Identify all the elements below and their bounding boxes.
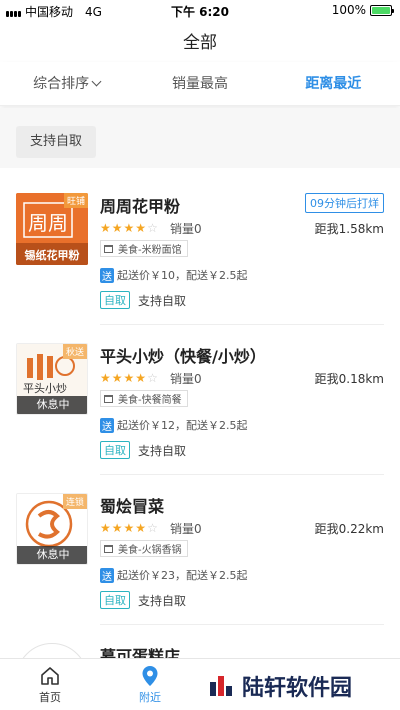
category-tag: 美食-火锅香锅 [100,540,188,557]
filter-bar: 支持自取 [0,108,400,168]
delivery-badge: 送 [100,567,114,583]
thumb-corner-tag: 秋送 [62,344,87,359]
star-icon: ★ [123,521,135,535]
delivery-text: 起送价￥12，配送￥2.5起 [117,419,248,432]
location-pin-icon [120,665,180,687]
battery-icon [370,4,394,16]
star-icon: ★ [111,371,123,385]
star-icon: ★ [111,221,123,235]
shop-icon [104,544,113,553]
pickup-badge: 自取 [100,591,130,609]
thumb-caption: 锡纸花甲粉 [24,249,80,262]
star-icon: ★ [100,371,111,385]
star-icon: ★ [100,221,111,235]
thumb-corner-tag: 连锁 [62,494,87,509]
store-name[interactable]: 蜀烩冒菜 [100,493,164,517]
delivery-info: 送 起送价￥23，配送￥2.5起 [100,567,248,583]
delivery-badge: 送 [100,267,114,283]
star-empty-icon: ☆ [147,521,158,535]
category-tag: 美食-米粉面馆 [100,240,188,257]
category-label: 美食-快餐简餐 [118,395,182,406]
sales-count: 销量0 [170,222,202,236]
category-tag: 美食-快餐简餐 [100,390,188,407]
delivery-text: 起送价￥23，配送￥2.5起 [117,569,248,582]
shop-icon [104,244,113,253]
delivery-text: 起送价￥10，配送￥2.5起 [117,269,248,282]
list-item[interactable]: 连锁 休息中 蜀烩冒菜 ★ ★ ★ ★ ☆ 销量0 距我0.22km 美食-火锅香锅 送… [0,475,400,625]
pickup-badge: 自取 [100,291,130,309]
pickup-text: 支持自取 [138,293,187,308]
star-icon: ★ [135,521,147,535]
tab-home[interactable]: 首页 [20,665,80,705]
sales-count: 销量0 [170,372,202,386]
rating-stars: ★ ★ ★ ★ ☆ [100,521,158,535]
delivery-badge: 送 [100,417,114,433]
watermark-logo-icon [210,676,232,696]
tab-nearby[interactable]: 附近 [120,665,180,705]
pickup-text: 支持自取 [138,443,187,458]
tab-sort-sales[interactable]: 销量最高 [133,62,266,105]
tab-label: 综合排序 [33,76,90,92]
star-icon: ★ [135,221,147,235]
tab-sort-comprehensive[interactable]: 综合排序 [0,62,133,105]
sort-tabs: 综合排序 销量最高 距离最近 [0,62,400,106]
star-icon: ★ [123,221,135,235]
tab-label: 距离最近 [305,76,362,92]
pickup-text: 支持自取 [138,593,187,608]
resting-badge: 休息中 [17,546,87,564]
resting-badge: 休息中 [17,396,87,414]
star-icon: ★ [100,521,111,535]
tab-label: 附近 [139,691,161,704]
distance: 距我0.22km [314,522,384,536]
closing-time-badge: 09分钟后打烊 [305,193,384,213]
rating-stars: ★ ★ ★ ★ ☆ [100,371,158,385]
pickup-badge: 自取 [100,441,130,459]
chevron-down-icon [91,76,102,87]
store-thumbnail: 平头小炒 秋送 休息中 [16,343,88,415]
filter-chip-pickup[interactable]: 支持自取 [16,126,96,158]
delivery-info: 送 起送价￥12，配送￥2.5起 [100,417,248,433]
page-title: 全部 [183,33,217,53]
store-thumbnail: 周周 锡纸花甲粉 旺铺 [16,193,88,265]
distance: 距我0.18km [314,372,384,386]
pickup-info: 自取 支持自取 [100,291,186,309]
list-item[interactable]: 周周 锡纸花甲粉 旺铺 周周花甲粉 09分钟后打烊 ★ ★ ★ ★ ☆ 销量0 距我1.… [0,175,400,325]
store-name[interactable]: 周周花甲粉 [100,193,180,217]
shop-icon [104,394,113,403]
rating-stars: ★ ★ ★ ★ ☆ [100,221,158,235]
category-label: 美食-火锅香锅 [118,545,182,556]
list-item[interactable]: 平头小炒 秋送 休息中 平头小炒（快餐/小炒） ★ ★ ★ ★ ☆ 销量0 距我0.18… [0,325,400,475]
thumb-text: 平头小炒 [23,382,67,395]
home-icon [20,665,80,687]
sales-count: 销量0 [170,522,202,536]
star-icon: ★ [123,371,135,385]
star-empty-icon: ☆ [147,221,158,235]
store-name[interactable]: 平头小炒（快餐/小炒） [100,343,266,367]
delivery-info: 送 起送价￥10，配送￥2.5起 [100,267,248,283]
star-icon: ★ [111,521,123,535]
tab-label: 销量最高 [171,76,228,92]
watermark: 陆轩软件园 [208,670,352,702]
star-icon: ★ [135,371,147,385]
battery-percent: 100% [331,3,366,17]
pickup-info: 自取 支持自取 [100,591,186,609]
tab-label: 首页 [39,691,61,704]
watermark-text: 陆轩软件园 [242,676,353,701]
distance: 距我1.58km [314,222,384,236]
category-label: 美食-米粉面馆 [118,245,182,256]
status-bar: 中国移动 4G 下午 6:20 100% [0,0,400,20]
store-thumbnail: 连锁 休息中 [16,493,88,565]
star-empty-icon: ☆ [147,371,158,385]
pickup-info: 自取 支持自取 [100,441,186,459]
tab-sort-distance[interactable]: 距离最近 [267,62,400,105]
thumb-text: 周周 [28,211,68,235]
thumb-corner-tag: 旺铺 [63,193,88,208]
